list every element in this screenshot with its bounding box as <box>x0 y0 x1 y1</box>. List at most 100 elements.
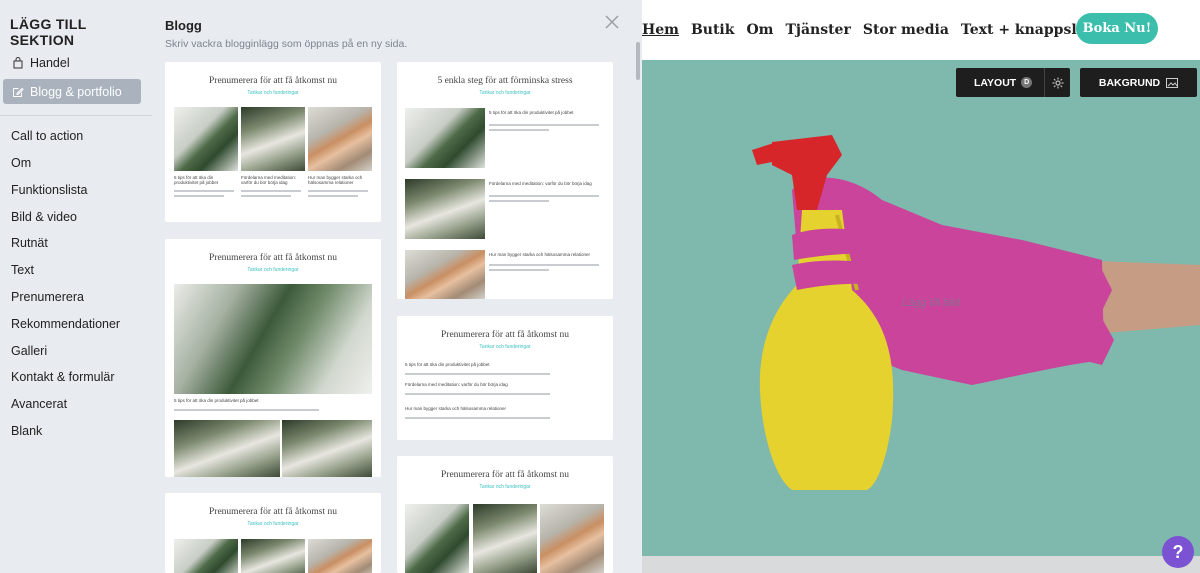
sidebar-item-label: Rekommendationer <box>11 316 121 331</box>
card-title: Prenumerera för att få åtkomst nu <box>441 470 569 480</box>
post-image <box>174 284 372 394</box>
sidebar-item-label: Call to action <box>11 128 84 143</box>
card-title: Prenumerera för att få åtkomst nu <box>209 253 337 263</box>
sidebar-item-label: Text <box>11 262 34 277</box>
gear-icon[interactable] <box>1044 68 1070 97</box>
post-excerpt <box>405 373 550 375</box>
sidebar-item-rekommendationer[interactable]: Rekommendationer <box>3 311 141 336</box>
post-image <box>473 504 537 573</box>
sidebar-item-blogg-portfolio[interactable]: Blogg & portfolio <box>3 79 141 104</box>
post-title: Hur man bygger starka och hälsosamma rel… <box>489 252 591 257</box>
post-excerpt <box>489 195 599 197</box>
post-title: Hur man bygger starka och hälsosamma rel… <box>308 175 363 185</box>
next-section-strip <box>642 556 1200 573</box>
nav-link-butik[interactable]: Butik <box>691 22 735 38</box>
panel-subtitle: Skriv vackra blogginlägg som öppnas på e… <box>165 38 408 50</box>
post-image <box>405 108 485 168</box>
layout-label: LAYOUT <box>974 76 1017 89</box>
post-image <box>405 250 485 299</box>
card-subtitle: Tankar och funderingar <box>479 90 531 96</box>
post-excerpt <box>405 393 550 395</box>
post-title: Fördelarna med meditation: varför du bör… <box>489 181 592 186</box>
sidebar-item-label: Kontakt & formulär <box>11 369 115 384</box>
layout-badge: D <box>1021 77 1033 88</box>
add-image-hint[interactable]: Lägg till bild <box>902 297 960 309</box>
post-excerpt <box>241 195 291 197</box>
sidebar-item-label: Om <box>11 155 32 170</box>
post-title: 5 tips för att öka din produktivitet på … <box>489 110 574 115</box>
nav-link-hem[interactable]: Hem <box>642 22 679 38</box>
blog-template-panel: Blogg Skriv vackra blogginlägg som öppna… <box>152 0 642 573</box>
blog-template-card[interactable]: 5 enkla steg för att förminska stress Ta… <box>397 62 613 299</box>
post-excerpt <box>174 195 224 197</box>
hero-image <box>752 135 1200 490</box>
close-icon[interactable] <box>604 14 620 30</box>
post-title: Fördelarna med meditation: varför du bör… <box>405 382 508 387</box>
post-image <box>241 539 305 573</box>
panel-scrollbar[interactable] <box>636 42 640 80</box>
post-excerpt <box>174 409 319 411</box>
post-image <box>174 539 238 573</box>
post-image <box>308 107 372 171</box>
sidebar-item-rutnat[interactable]: Rutnät <box>3 230 141 255</box>
sidebar-item-om[interactable]: Om <box>3 150 141 175</box>
nav-link-om[interactable]: Om <box>746 22 773 38</box>
sidebar-item-prenumerera[interactable]: Prenumerera <box>3 284 141 309</box>
sidebar-item-bild-video[interactable]: Bild & video <box>3 204 141 229</box>
post-image <box>405 179 485 239</box>
post-image <box>540 504 604 573</box>
site-navbar: Hem Butik Om Tjänster Stor media Text + … <box>642 0 1200 60</box>
post-image <box>405 504 469 573</box>
sidebar-item-blank[interactable]: Blank <box>3 418 141 443</box>
background-label: BAKGRUND <box>1098 76 1161 89</box>
post-title: Fördelarna med meditation: varför du bör… <box>241 175 297 185</box>
post-excerpt <box>241 190 301 192</box>
nav-link-stor-media[interactable]: Stor media <box>863 22 949 38</box>
card-title: 5 enkla steg för att förminska stress <box>437 76 573 86</box>
layout-button[interactable]: LAYOUT D <box>956 68 1070 97</box>
post-title: 5 tips för att öka din produktivitet på … <box>174 175 219 185</box>
card-title: Prenumerera för att få åtkomst nu <box>209 76 337 86</box>
sidebar-item-handel[interactable]: Handel <box>3 50 141 75</box>
sidebar-item-label: Avancerat <box>11 396 68 411</box>
card-subtitle: Tankar och funderingar <box>247 521 299 527</box>
post-title: 5 tips för att öka din produktivitet på … <box>174 398 259 403</box>
sidebar-item-label: Rutnät <box>11 235 48 250</box>
post-title: Hur man bygger starka och hälsosamma rel… <box>405 406 507 411</box>
post-excerpt <box>405 417 550 419</box>
sidebar-item-galleri[interactable]: Galleri <box>3 338 141 363</box>
nav-link-tjanster[interactable]: Tjänster <box>785 22 850 38</box>
card-subtitle: Tankar och funderingar <box>247 267 299 273</box>
post-excerpt <box>489 200 549 202</box>
card-subtitle: Tankar och funderingar <box>479 484 531 490</box>
post-image <box>174 107 238 171</box>
background-button[interactable]: BAKGRUND <box>1080 68 1197 97</box>
post-excerpt <box>489 129 549 131</box>
blog-template-card[interactable]: Prenumerera för att få åtkomst nu Tankar… <box>165 62 381 222</box>
blog-template-card[interactable]: Prenumerera för att få åtkomst nu Tankar… <box>397 316 613 440</box>
blog-template-card[interactable]: Prenumerera för att få åtkomst nu Tankar… <box>165 239 381 477</box>
sidebar-item-text[interactable]: Text <box>3 257 141 282</box>
sidebar-divider <box>0 115 152 116</box>
sidebar-item-kontakt-formular[interactable]: Kontakt & formulär <box>3 364 141 389</box>
post-image <box>282 420 372 477</box>
help-button[interactable]: ? <box>1162 536 1194 568</box>
post-excerpt <box>489 264 599 266</box>
post-excerpt <box>308 195 358 197</box>
shopping-bag-icon <box>11 56 25 70</box>
blog-template-card[interactable]: Prenumerera för att få åtkomst nu Tankar… <box>165 493 381 573</box>
post-excerpt <box>174 190 234 192</box>
card-title: Prenumerera för att få åtkomst nu <box>441 330 569 340</box>
editor-app: LÄGG TILL SEKTION Handel Blogg & portfol… <box>0 0 1200 573</box>
sidebar-item-call-to-action[interactable]: Call to action <box>3 123 141 148</box>
post-excerpt <box>489 269 549 271</box>
book-now-button[interactable]: Boka Nu! <box>1076 13 1158 44</box>
sidebar-item-funktionslista[interactable]: Funktionslista <box>3 177 141 202</box>
card-title: Prenumerera för att få åtkomst nu <box>209 507 337 517</box>
section-category-sidebar: LÄGG TILL SEKTION Handel Blogg & portfol… <box>0 0 152 573</box>
post-image <box>174 420 280 477</box>
sidebar-item-label: Funktionslista <box>11 182 88 197</box>
post-image <box>308 539 372 573</box>
blog-template-card[interactable]: Prenumerera för att få åtkomst nu Tankar… <box>397 456 613 573</box>
sidebar-item-avancerat[interactable]: Avancerat <box>3 391 141 416</box>
